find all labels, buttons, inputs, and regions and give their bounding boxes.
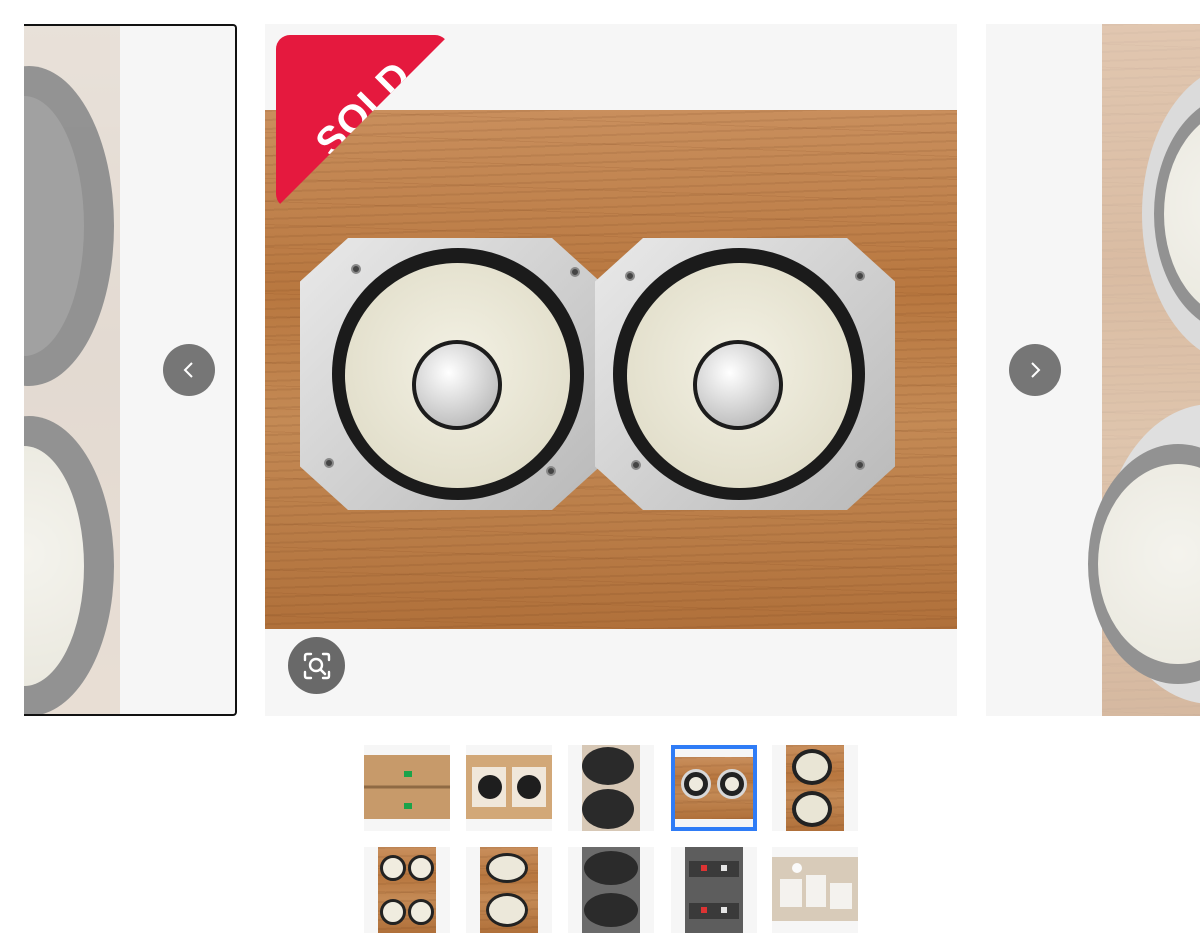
next-slide-button[interactable] bbox=[1009, 344, 1061, 396]
thumbnail-4[interactable] bbox=[671, 745, 757, 831]
thumbnail-8[interactable] bbox=[568, 847, 654, 933]
chevron-right-icon bbox=[1031, 362, 1041, 378]
speaker-left bbox=[300, 238, 600, 510]
thumbnail-2[interactable] bbox=[466, 745, 552, 831]
next-slide-image bbox=[1088, 24, 1200, 716]
chevron-left-icon bbox=[183, 362, 193, 378]
speaker-right bbox=[595, 238, 895, 510]
thumbnail-1[interactable] bbox=[364, 745, 450, 831]
previous-slide-image bbox=[24, 26, 120, 714]
thumbnail-10[interactable] bbox=[772, 847, 858, 933]
thumbnail-3[interactable] bbox=[568, 745, 654, 831]
zoom-search-icon bbox=[303, 652, 330, 679]
thumbnail-7[interactable] bbox=[466, 847, 552, 933]
thumbnail-6[interactable] bbox=[364, 847, 450, 933]
zoom-button[interactable] bbox=[288, 637, 345, 694]
thumbnail-9[interactable] bbox=[671, 847, 757, 933]
previous-slide-button[interactable] bbox=[163, 344, 215, 396]
thumbnail-5[interactable] bbox=[772, 745, 858, 831]
main-slide: SOLD bbox=[265, 24, 957, 716]
product-photo bbox=[265, 110, 957, 629]
